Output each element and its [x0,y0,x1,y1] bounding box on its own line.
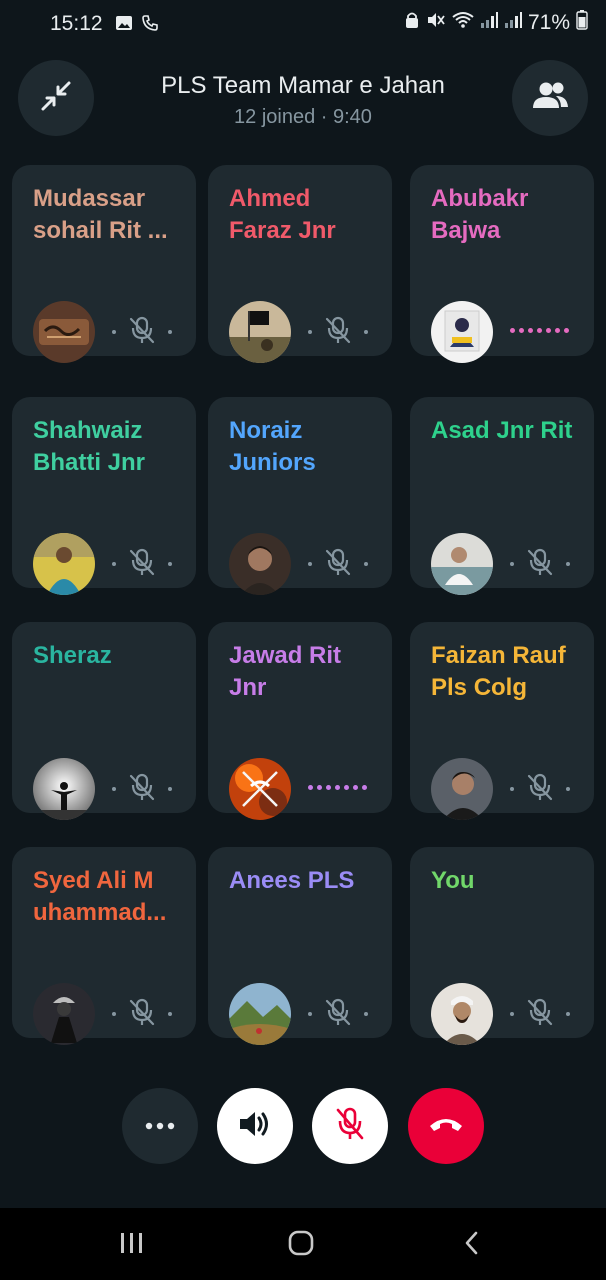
participant-name: Noraiz Juniors [229,417,316,476]
microphone-off-icon [127,772,157,807]
microphone-off-icon [525,772,555,807]
microphone-off-icon [323,547,353,582]
participant-tile[interactable]: Asad Jnr Rit [410,397,594,595]
participant-name: Jawad Rit Jnr [229,642,342,701]
participant-name: Anees PLS [229,867,355,894]
microphone-off-icon [323,997,353,1032]
microphone-off-icon [525,997,555,1032]
muted-indicator [308,997,368,1032]
muted-indicator [510,772,570,807]
status-time: 15:12 [50,12,103,35]
speaking-indicator [308,785,367,790]
gallery-icon [115,14,133,37]
muted-indicator [112,547,172,582]
mute-notifications-icon [426,11,446,34]
microphone-off-icon [525,547,555,582]
more-options-button[interactable] [122,1088,198,1164]
avatar [229,301,291,363]
avatar [229,533,291,595]
system-navigation-bar [0,1208,606,1280]
hang-up-icon [428,1115,464,1138]
participant-name: Sheraz [33,642,112,669]
recent-apps-icon [119,1231,145,1260]
speaking-indicator [510,328,569,333]
participant-name: Ahmed Faraz Jnr [229,185,336,244]
participant-name: Syed Ali M uhammad... [33,867,167,926]
microphone-off-icon [323,315,353,350]
mute-button[interactable] [312,1088,388,1164]
participant-name: Mudassar sohail Rit ... [33,185,168,244]
participant-tile[interactable]: You [410,847,594,1045]
call-controls [0,1088,606,1166]
avatar [33,758,95,820]
home-button[interactable] [281,1228,321,1262]
speaker-icon [238,1109,272,1144]
lock-icon [404,11,420,34]
status-bar: 15:12 71% [0,0,606,50]
back-button[interactable] [452,1228,492,1262]
muted-indicator [308,547,368,582]
microphone-off-icon [127,315,157,350]
home-icon [287,1229,315,1262]
participant-name: Shahwaiz Bhatti Jnr [33,417,146,476]
more-horizontal-icon [145,1117,175,1135]
back-icon [462,1230,482,1261]
avatar [33,533,95,595]
participant-tile[interactable]: Syed Ali M uhammad... [12,847,196,1045]
muted-indicator [510,997,570,1032]
avatar [33,301,95,363]
participant-tile[interactable]: Shahwaiz Bhatti Jnr [12,397,196,595]
wifi-icon [452,11,474,34]
signal-2-icon [504,11,522,34]
participant-tile[interactable]: Ahmed Faraz Jnr [208,165,392,363]
avatar [431,758,493,820]
call-header: PLS Team Mamar e Jahan 12 joined · 9:40 [0,60,606,140]
muted-indicator [510,547,570,582]
group-icon [531,81,569,116]
participant-tile[interactable]: Mudassar sohail Rit ... [12,165,196,363]
battery-icon [576,10,588,35]
avatar [33,983,95,1045]
avatar [229,758,291,820]
recent-apps-button[interactable] [112,1228,152,1262]
participant-tile[interactable]: Sheraz [12,622,196,820]
participant-tile[interactable]: Jawad Rit Jnr [208,622,392,820]
muted-indicator [308,315,368,350]
end-call-button[interactable] [408,1088,484,1164]
microphone-off-icon [127,547,157,582]
speaker-button[interactable] [217,1088,293,1164]
participant-name: Asad Jnr Rit [431,417,573,444]
participant-name: Abubakr Bajwa [431,185,529,244]
muted-indicator [112,315,172,350]
avatar [229,983,291,1045]
battery-percent: 71% [527,10,570,34]
participant-name: Faizan Rauf Pls Colg [431,642,566,701]
call-screen: 15:12 71% PLS Team Mamar e Jahan 12 join… [0,0,606,1208]
participant-tile[interactable]: Noraiz Juniors [208,397,392,595]
avatar [431,533,493,595]
avatar [431,301,493,363]
participant-tile[interactable]: Abubakr Bajwa [410,165,594,363]
signal-icon [480,11,498,34]
participant-tile[interactable]: Anees PLS [208,847,392,1045]
participants-button[interactable] [512,60,588,136]
muted-indicator [112,997,172,1032]
phone-icon [141,14,159,37]
participant-tile[interactable]: Faizan Rauf Pls Colg [410,622,594,820]
microphone-off-icon [335,1107,365,1146]
muted-indicator [112,772,172,807]
participant-name: You [431,867,475,894]
avatar [431,983,493,1045]
microphone-off-icon [127,997,157,1032]
